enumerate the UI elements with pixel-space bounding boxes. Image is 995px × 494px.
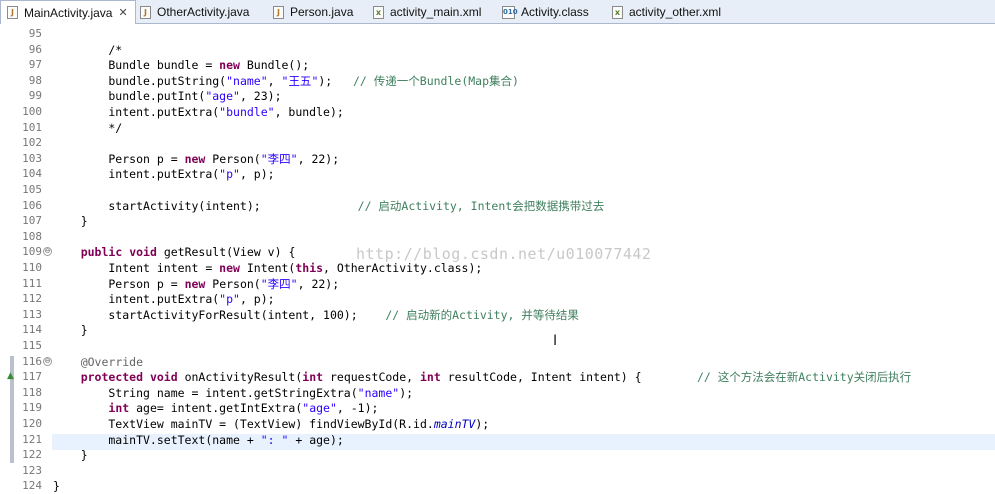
class-file-icon: 010 [502,5,518,19]
line-number: 111 [22,276,42,290]
code-line[interactable]: Bundle bundle = new Bundle(); [53,57,309,73]
code-line[interactable]: } [53,447,88,463]
line-number: 121 [22,432,42,446]
xml-file-icon: x [373,5,384,19]
editor-tab-bar: J MainActivity.java ✕ J OtherActivity.ja… [0,0,995,24]
code-line[interactable]: startActivityForResult(intent, 100); // … [53,307,579,323]
code-line[interactable]: mainTV.setText(name + ": " + age); [53,432,343,448]
tab-label: OtherActivity.java [157,5,250,19]
code-line[interactable]: } [53,322,88,338]
watermark: http://blog.csdn.net/u010077442 [356,245,652,263]
text-cursor-icon: I [553,333,558,349]
fold-toggle-icon[interactable]: ⊖ [43,356,52,366]
line-number: 113 [22,307,42,321]
tab-activity-main-xml[interactable]: x activity_main.xml [373,0,481,24]
tab-label: Activity.class [521,5,589,19]
tab-label: MainActivity.java [24,5,113,20]
line-number: 97 [28,58,42,72]
code-line[interactable]: TextView mainTV = (TextView) findViewByI… [53,416,489,432]
java-file-icon: J [7,6,18,19]
fold-toggle-icon[interactable]: ⊖ [43,247,52,257]
line-number: 124 [22,479,42,493]
line-number: 120 [22,417,42,430]
line-number: 114 [22,323,42,337]
close-tab-icon[interactable]: ✕ [118,6,127,19]
line-number: 118 [22,385,42,399]
line-number: 103 [22,151,42,165]
line-number: 95 [28,27,42,40]
java-file-icon: J [273,5,284,19]
line-number: 100 [22,105,42,118]
tab-person-java[interactable]: J Person.java [273,0,353,24]
line-number: 115 [22,339,42,352]
code-line[interactable]: startActivity(intent); // 启动Activity, In… [53,198,604,214]
line-number: 110 [22,261,42,274]
tab-activity-class[interactable]: 010 Activity.class [502,0,589,24]
code-line[interactable]: */ [53,120,122,136]
line-number: 107 [22,214,42,228]
line-number: 101 [22,120,42,134]
line-number: 122 [22,448,42,462]
line-number: 99 [28,89,42,103]
tab-label: Person.java [290,5,354,19]
code-line[interactable]: @Override [53,354,143,370]
java-file-icon: J [140,5,151,19]
code-line[interactable]: intent.putExtra("p", p); [53,166,274,182]
line-number: 117 [22,370,42,384]
line-number: 108 [22,229,42,243]
code-line[interactable]: Person p = new Person("李四", 22); [53,151,339,167]
code-line[interactable]: int age= intent.getIntExtra("age", -1); [53,400,378,416]
code-line[interactable]: intent.putExtra("bundle", bundle); [53,104,343,120]
code-line[interactable]: bundle.putInt("age", 23); [53,88,281,104]
code-line[interactable]: Person p = new Person("李四", 22); [53,276,339,292]
line-number: 104 [22,167,42,181]
line-number: 123 [22,463,42,477]
line-number: 116 [22,354,42,368]
line-number: 112 [22,292,42,306]
line-number: 96 [28,42,42,56]
line-number: 105 [22,183,42,196]
code-line[interactable]: /* [53,42,122,58]
line-number: 98 [28,73,42,87]
tab-label: activity_other.xml [629,5,722,19]
line-number: 102 [22,136,42,150]
line-number: 119 [22,401,42,415]
code-line[interactable]: } [53,478,60,494]
code-line[interactable]: String name = intent.getStringExtra("nam… [53,385,413,401]
code-line[interactable]: } [53,213,88,229]
tab-other-activity-java[interactable]: J OtherActivity.java [140,0,249,24]
line-number: 106 [22,198,42,212]
code-line[interactable]: public void getResult(View v) { [53,244,296,260]
code-line[interactable]: intent.putExtra("p", p); [53,291,274,307]
xml-file-icon: x [612,5,623,19]
tab-main-activity-java[interactable]: J MainActivity.java ✕ [0,0,136,24]
tab-activity-other-xml[interactable]: x activity_other.xml [612,0,721,24]
code-line[interactable]: bundle.putString("name", "王五"); // 传递一个B… [53,73,519,89]
line-number-gutter: ▲ 95 96 97 98 99 100 101 102 103 104 105 106 107 108 1… [0,24,52,492]
code-line[interactable]: protected void onActivityResult(int requ… [53,369,911,385]
line-number: 109 [22,245,42,259]
tab-label: activity_main.xml [390,5,482,19]
